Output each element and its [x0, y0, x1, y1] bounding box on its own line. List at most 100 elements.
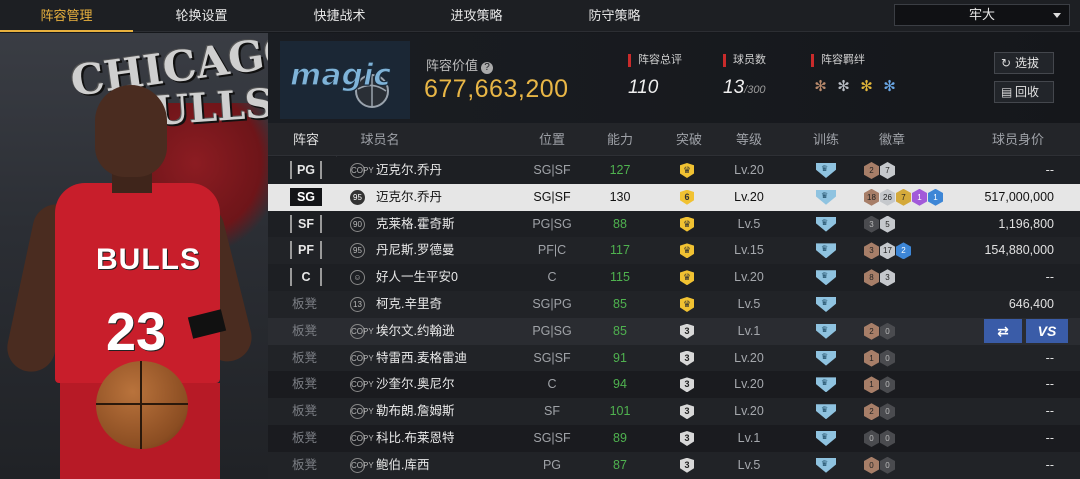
- badge-icon: 2: [864, 322, 879, 340]
- training-icon[interactable]: [816, 216, 836, 232]
- badge-list: 10: [864, 376, 895, 394]
- bond-icon[interactable]: ✻: [857, 77, 876, 96]
- card-rating-icon: 95: [350, 243, 365, 259]
- player-level: Lv.5: [737, 216, 761, 231]
- tab-quick-tactics[interactable]: 快捷战术: [273, 0, 406, 32]
- badge-icon: 7: [896, 188, 911, 206]
- player-positions: SG|SF: [533, 189, 571, 204]
- player-level: Lv.20: [734, 163, 764, 177]
- breakthrough-icon: 3: [680, 323, 694, 339]
- slot-bench-label: 板凳: [292, 297, 318, 311]
- table-row[interactable]: 板凳 13 柯克.辛里奇 SG|PG 85 ♛ Lv.5 646,400: [268, 291, 1080, 318]
- player-worth: 646,400: [1008, 297, 1054, 311]
- table-row[interactable]: 板凳 COPY 勒布朗.詹姆斯 SF 101 3 Lv.20 20 --: [268, 398, 1080, 425]
- table-row[interactable]: SG 95 迈克尔.乔丹 SG|SF 130 6 Lv.20 1826711 5…: [268, 183, 1080, 211]
- bond-icon[interactable]: ✻: [880, 77, 899, 96]
- badge-icon: 17: [880, 242, 895, 260]
- col-header-breakthrough: 突破: [675, 132, 702, 147]
- stat-lineup-bonds: 阵容羁绊 ✻ ✻ ✻ ✻: [811, 54, 899, 96]
- training-icon[interactable]: [816, 270, 836, 286]
- badge-icon: 1: [864, 376, 879, 394]
- training-icon[interactable]: [816, 163, 836, 178]
- table-row[interactable]: 板凳 COPY 埃尔文.约翰逊 PG|SG 85 3 Lv.1 20 ⇄ VS: [268, 317, 1080, 345]
- team-select-dropdown[interactable]: 牢大: [894, 4, 1070, 26]
- badge-list: 20: [864, 403, 895, 421]
- table-row[interactable]: PG COPY 迈克尔.乔丹 SG|SF 127 ♛ Lv.20 27 --: [268, 157, 1080, 184]
- player-level: Lv.20: [734, 189, 764, 204]
- lineup-summary-header: magic 阵容价值? 677,663,200 阵容总评 110 球员数 13/…: [268, 33, 1080, 123]
- training-icon[interactable]: [816, 297, 836, 312]
- player-ability: 89: [613, 431, 627, 445]
- col-header-position: 位置: [538, 132, 565, 147]
- tab-lineup-management[interactable]: 阵容管理: [0, 0, 133, 32]
- breakthrough-icon: ♛: [680, 216, 694, 232]
- badge-icon: 3: [864, 215, 879, 233]
- badge-icon: 2: [864, 162, 879, 179]
- card-rating-icon: 13: [350, 297, 365, 312]
- breakthrough-icon: ♛: [680, 243, 694, 259]
- top-nav: 阵容管理 轮换设置 快捷战术 进攻策略 防守策略 牢大: [0, 0, 1080, 32]
- badge-icon: 0: [864, 456, 879, 474]
- bond-icons: ✻ ✻ ✻ ✻: [811, 77, 899, 96]
- player-ability: 117: [610, 243, 630, 258]
- breakthrough-icon: 6: [680, 189, 694, 205]
- player-ability: 101: [609, 404, 631, 419]
- table-row[interactable]: PF 95 丹尼斯.罗德曼 PF|C 117 ♛ Lv.15 3172 154,…: [268, 237, 1080, 265]
- player-name: 沙奎尔.奥尼尔: [376, 377, 455, 392]
- player-name: 鲍伯.库西: [376, 457, 430, 472]
- player-head: [95, 85, 167, 177]
- help-icon[interactable]: ?: [481, 62, 494, 74]
- table-row[interactable]: 板凳 COPY 沙奎尔.奥尼尔 C 94 3 Lv.20 10 --: [268, 371, 1080, 399]
- table-row[interactable]: 板凳 COPY 鲍伯.库西 PG 87 3 Lv.5 00 --: [268, 451, 1080, 479]
- bond-icon[interactable]: ✻: [811, 77, 830, 96]
- player-name: 科比.布莱恩特: [376, 431, 455, 445]
- training-icon[interactable]: [816, 189, 836, 205]
- training-icon[interactable]: [816, 350, 836, 366]
- slot-position-label: C: [290, 268, 322, 287]
- pick-button[interactable]: ↻ 选拔: [994, 52, 1054, 74]
- player-level: Lv.20: [734, 350, 764, 365]
- card-rating-icon: COPY: [350, 404, 374, 420]
- player-level: Lv.1: [737, 323, 761, 338]
- player-positions: SF: [544, 404, 560, 419]
- table-row[interactable]: SF 90 克莱格.霍奇斯 PG|SG 88 ♛ Lv.5 35 1,196,8…: [268, 210, 1080, 238]
- swap-button[interactable]: ⇄: [984, 318, 1022, 343]
- tab-defense-strategy[interactable]: 防守策略: [548, 0, 681, 32]
- player-worth: --: [1045, 163, 1054, 177]
- player-level: Lv.1: [737, 431, 761, 445]
- badge-icon: 26: [880, 188, 895, 206]
- player-positions: PF|C: [537, 243, 567, 258]
- badge-list: 10: [864, 349, 895, 367]
- player-ability: 94: [613, 377, 627, 392]
- badge-icon: 3: [864, 242, 879, 260]
- table-row[interactable]: C ☺ 好人一生平安0 C 115 ♛ Lv.20 83 --: [268, 264, 1080, 291]
- training-icon[interactable]: [816, 243, 836, 259]
- training-icon[interactable]: [816, 404, 836, 420]
- table-row[interactable]: 板凳 COPY 特雷西.麦格雷迪 SG|SF 91 3 Lv.20 10 --: [268, 344, 1080, 372]
- training-icon[interactable]: [816, 323, 836, 339]
- player-positions: C: [547, 377, 557, 392]
- breakthrough-icon: 3: [680, 431, 694, 446]
- table-row[interactable]: 板凳 COPY 科比.布莱恩特 SG|SF 89 3 Lv.1 00 --: [268, 425, 1080, 452]
- tab-rotation-settings[interactable]: 轮换设置: [135, 0, 268, 32]
- training-icon[interactable]: [816, 377, 836, 393]
- slot-position-label: PG: [290, 161, 322, 179]
- training-icon[interactable]: [816, 457, 836, 473]
- slot-bench-label: 板凳: [292, 457, 318, 472]
- tab-offense-strategy[interactable]: 进攻策略: [410, 0, 543, 32]
- player-name: 迈克尔.乔丹: [376, 189, 442, 204]
- badge-icon: 2: [896, 242, 911, 260]
- player-count-value: 13/300: [723, 77, 766, 98]
- training-icon[interactable]: [816, 431, 836, 446]
- vs-compare-button[interactable]: VS: [1026, 318, 1068, 343]
- player-level: Lv.20: [734, 404, 764, 419]
- badge-list: 35: [864, 215, 895, 233]
- player-positions: SG|SF: [533, 431, 571, 445]
- card-rating-icon: COPY: [350, 431, 374, 446]
- bond-icon[interactable]: ✻: [834, 77, 853, 96]
- player-level: Lv.20: [734, 270, 764, 285]
- recycle-button[interactable]: ▤ 回收: [994, 81, 1054, 103]
- player-worth: --: [1045, 457, 1054, 472]
- player-worth: 154,880,000: [984, 243, 1054, 258]
- col-header-slot: 阵容: [292, 132, 319, 147]
